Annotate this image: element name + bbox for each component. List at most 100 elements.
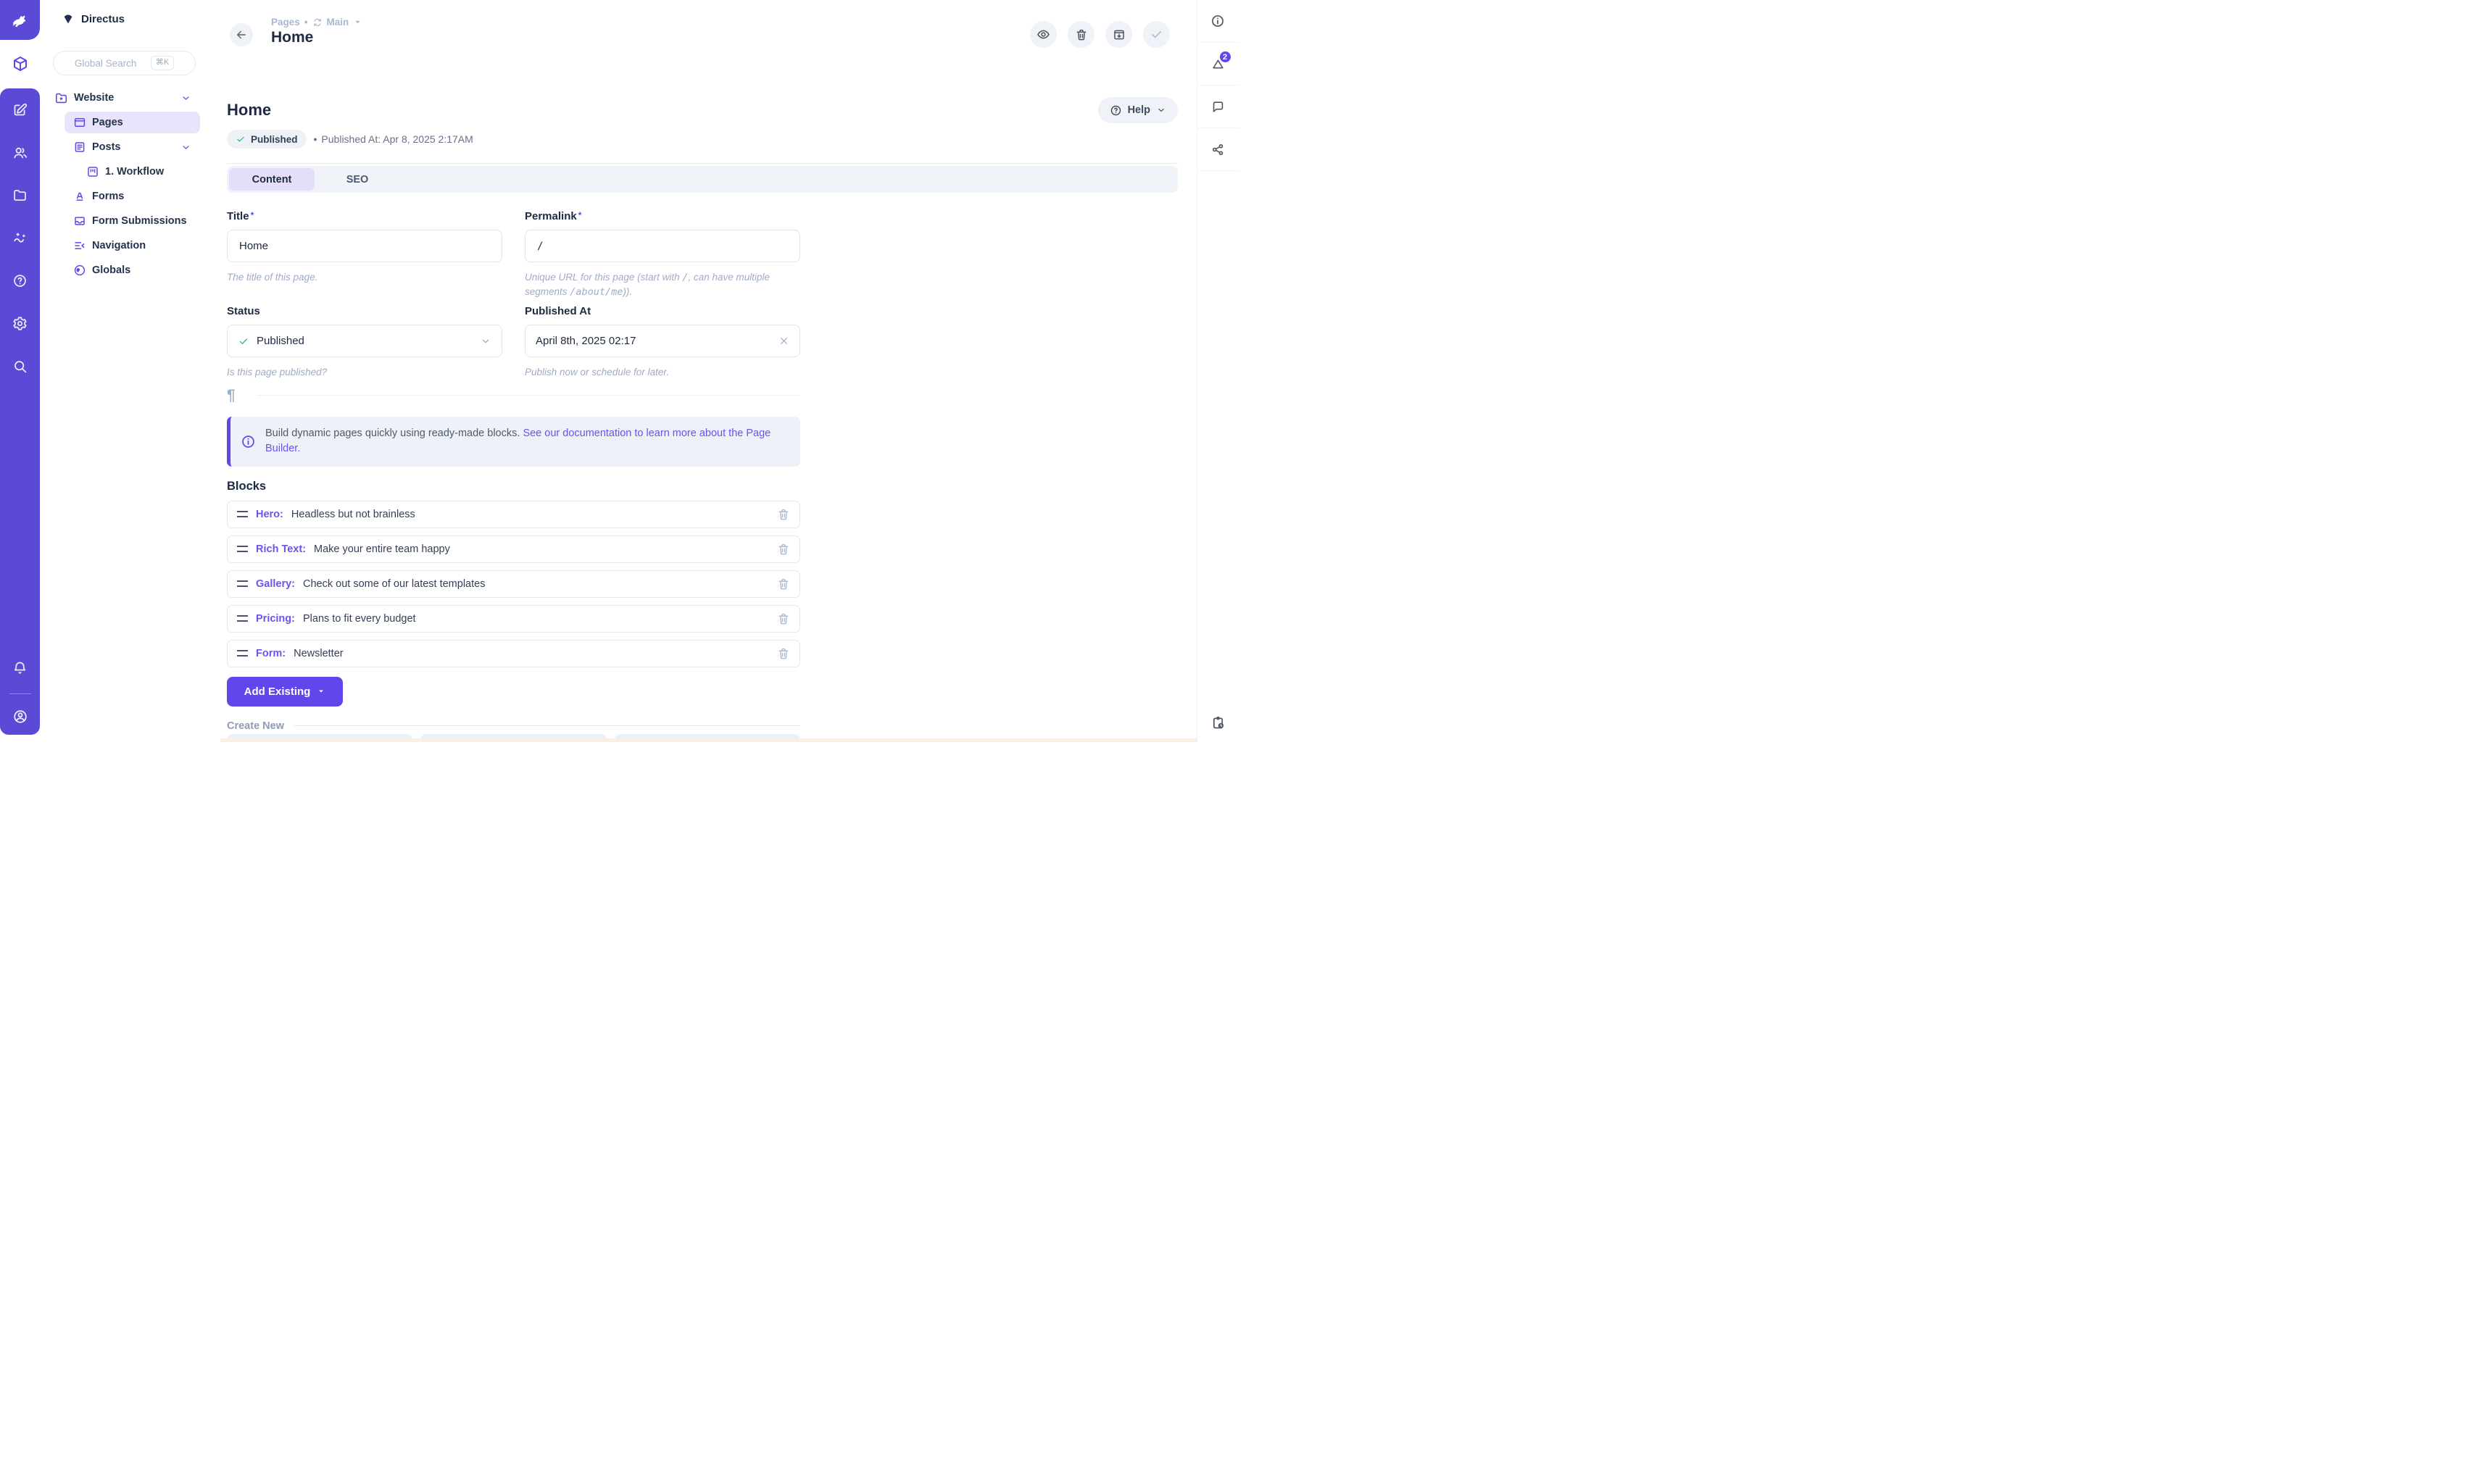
permalink-input[interactable]	[525, 230, 800, 262]
tab-seo[interactable]: SEO	[315, 168, 400, 191]
sidebar-item-pages[interactable]: Pages	[65, 112, 200, 133]
clear-icon[interactable]	[778, 335, 789, 346]
module-file-library[interactable]	[0, 174, 40, 217]
revisions-button[interactable]	[1197, 703, 1239, 742]
help-button[interactable]: Help	[1098, 97, 1178, 123]
sidebar-item-navigation[interactable]: Navigation	[65, 235, 200, 257]
chevron-down-icon	[480, 335, 491, 347]
status-select[interactable]: Published	[227, 325, 502, 357]
module-settings[interactable]	[0, 302, 40, 345]
block-type: Pricing:	[256, 613, 295, 625]
directus-app: Directus ⌘K Website Pages Posts	[0, 0, 1238, 742]
check-icon	[236, 134, 246, 144]
project-switcher[interactable]: Directus	[40, 0, 210, 38]
published-at-value: April 8th, 2025 02:17	[536, 335, 636, 347]
comments-button[interactable]	[1197, 86, 1239, 128]
sidebar-item-workflow[interactable]: 1. Workflow	[65, 161, 200, 183]
remove-block-button[interactable]	[777, 647, 790, 660]
drag-handle-icon[interactable]	[237, 546, 248, 552]
drag-handle-icon[interactable]	[237, 580, 248, 587]
back-button[interactable]	[230, 23, 253, 46]
drag-handle-icon[interactable]	[237, 511, 248, 517]
tab-content[interactable]: Content	[229, 168, 315, 191]
preview-button[interactable]	[1030, 21, 1057, 48]
module-rail	[0, 0, 40, 742]
global-search[interactable]: ⌘K	[53, 51, 196, 75]
drag-handle-icon[interactable]	[237, 615, 248, 622]
account-button[interactable]	[0, 699, 40, 735]
arrow-left-icon	[235, 28, 248, 41]
block-row-pricing[interactable]: Pricing: Plans to fit every budget	[227, 605, 800, 633]
block-title: Newsletter	[294, 648, 344, 659]
rail-divider	[9, 693, 31, 694]
breadcrumb-row[interactable]: Pages • Main	[271, 17, 362, 28]
module-content[interactable]	[0, 48, 40, 80]
module-insights[interactable]	[0, 217, 40, 259]
info-circle-icon	[241, 434, 256, 449]
module-user-directory[interactable]	[0, 131, 40, 174]
paragraph-divider: ¶	[227, 388, 800, 403]
block-row-rich-text[interactable]: Rich Text: Make your entire team happy	[227, 535, 800, 563]
notifications-button[interactable]	[0, 646, 40, 689]
block-type: Rich Text:	[256, 543, 306, 555]
global-search-input[interactable]	[75, 58, 144, 69]
tab-bar: Content SEO	[227, 166, 1178, 193]
eye-icon	[1036, 28, 1050, 41]
check-icon	[1150, 28, 1163, 41]
chevron-down-icon[interactable]	[180, 93, 191, 104]
directus-logo[interactable]	[0, 0, 40, 40]
breadcrumb-version[interactable]: Main	[327, 17, 349, 28]
remove-block-button[interactable]	[777, 612, 790, 625]
sidebar-item-website[interactable]: Website	[54, 87, 200, 109]
comment-icon	[1211, 100, 1225, 114]
field-note: Unique URL for this page (start with /, …	[525, 270, 800, 299]
remove-block-button[interactable]	[777, 543, 790, 556]
sidebar-item-label: Posts	[92, 141, 121, 153]
block-row-gallery[interactable]: Gallery: Check out some of our latest te…	[227, 570, 800, 598]
status-row: Published • Published At: Apr 8, 2025 2:…	[227, 130, 1178, 149]
status-badge-label: Published	[251, 134, 298, 145]
sidebar-item-form-submissions[interactable]: Form Submissions	[65, 210, 200, 232]
trash-icon	[1075, 28, 1088, 41]
info-banner: Build dynamic pages quickly using ready-…	[227, 417, 800, 466]
drag-handle-icon[interactable]	[237, 650, 248, 656]
block-row-hero[interactable]: Hero: Headless but not brainless	[227, 501, 800, 528]
module-help[interactable]	[0, 259, 40, 302]
page-body: Home Help Published • Published At: Apr …	[210, 97, 1197, 742]
field-status: Status Published Is this page published?	[227, 305, 502, 379]
save-button[interactable]	[1143, 21, 1170, 48]
create-new-divider: Create New	[227, 720, 800, 732]
block-row-form[interactable]: Form: Newsletter	[227, 640, 800, 667]
breadcrumb-collection[interactable]: Pages	[271, 17, 300, 28]
live-preview-button[interactable]: 2	[1197, 43, 1239, 86]
caret-down-icon[interactable]	[353, 17, 362, 27]
folder-star-icon	[54, 91, 68, 105]
info-sidebar-button[interactable]	[1197, 0, 1239, 43]
module-content-editor[interactable]	[0, 88, 40, 131]
chevron-down-icon[interactable]	[180, 142, 191, 153]
sidebar-item-forms[interactable]: Forms	[65, 186, 200, 207]
window-icon	[73, 116, 86, 129]
right-rail: 2	[1197, 0, 1238, 742]
breadcrumb-separator: •	[304, 17, 308, 28]
status-badge: Published	[227, 130, 307, 149]
published-at-input[interactable]: April 8th, 2025 02:17	[525, 325, 800, 357]
remove-block-button[interactable]	[777, 508, 790, 521]
letter-a-icon	[73, 190, 86, 203]
delete-button[interactable]	[1068, 21, 1094, 48]
sidebar-item-globals[interactable]: Globals	[65, 259, 200, 281]
sidebar-item-posts[interactable]: Posts	[65, 136, 200, 158]
block-type: Form:	[256, 648, 286, 659]
folder-icon	[12, 188, 28, 203]
remove-block-button[interactable]	[777, 578, 790, 591]
project-fan-icon	[62, 12, 75, 25]
globe-icon	[73, 264, 86, 277]
sidebar-item-label: Website	[74, 92, 114, 104]
field-label: Title*	[227, 210, 502, 222]
add-existing-button[interactable]: Add Existing	[227, 677, 343, 706]
title-input[interactable]	[227, 230, 502, 262]
share-button[interactable]	[1197, 128, 1239, 171]
archive-button[interactable]	[1105, 21, 1132, 48]
module-search[interactable]	[0, 345, 40, 388]
field-permalink: Permalink* Unique URL for this page (sta…	[525, 210, 800, 299]
